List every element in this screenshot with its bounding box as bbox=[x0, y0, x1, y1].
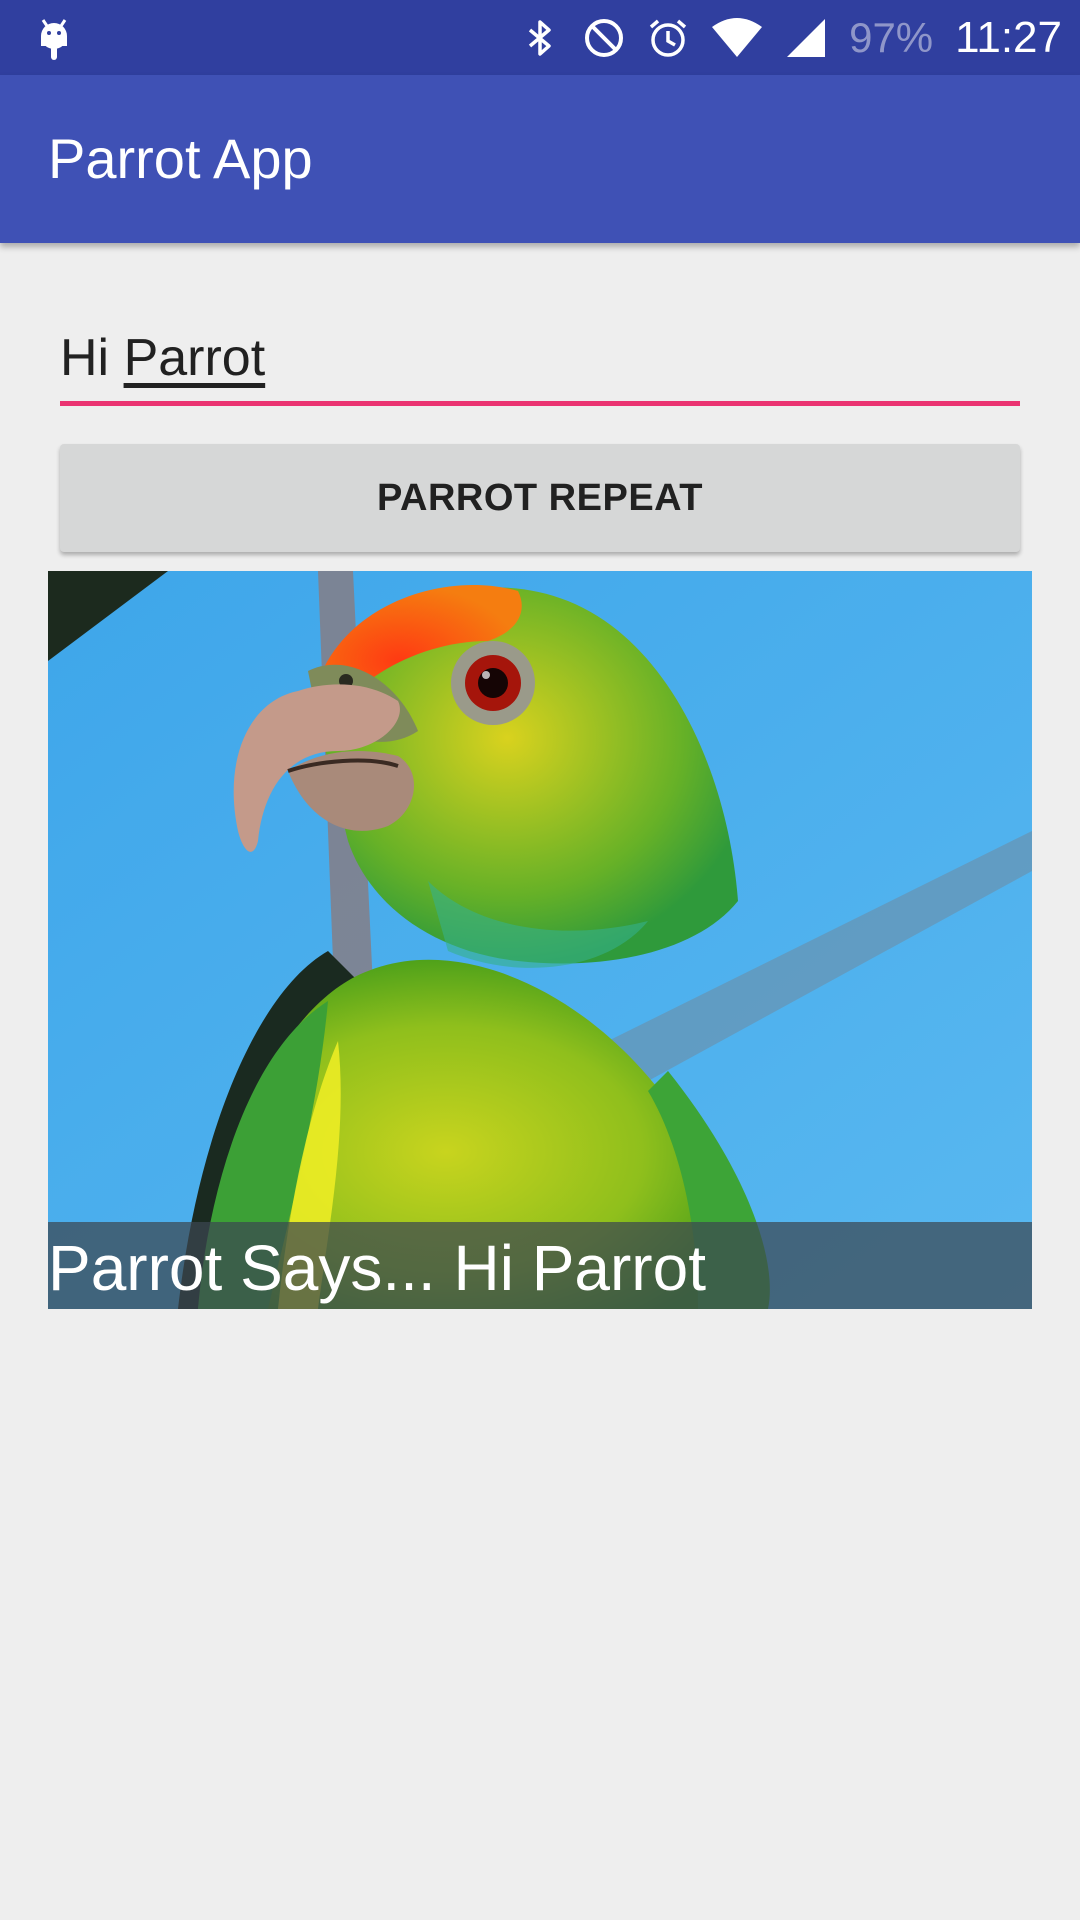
alarm-icon bbox=[649, 19, 687, 57]
input-underline bbox=[60, 401, 1020, 406]
input-word-2: Parrot bbox=[123, 329, 266, 387]
input-word-1: Hi bbox=[60, 329, 124, 387]
android-debug-icon bbox=[41, 19, 67, 60]
wifi-icon bbox=[712, 17, 763, 57]
cellular-signal-icon bbox=[787, 18, 826, 57]
parrot-repeat-button[interactable]: PARROT REPEAT bbox=[60, 444, 1020, 552]
caption-text: Parrot Says... Hi Parrot bbox=[48, 1232, 706, 1304]
do-not-disturb-icon bbox=[585, 18, 624, 57]
bluetooth-icon bbox=[528, 19, 551, 56]
caption-bar: Parrot Says... Hi Parrot bbox=[48, 1222, 1032, 1309]
status-bar: 97% 11:27 bbox=[0, 0, 1080, 75]
message-input-text[interactable]: Hi Parrot bbox=[60, 328, 265, 388]
app-title: Parrot App bbox=[48, 127, 313, 190]
message-input[interactable]: Hi Parrot bbox=[60, 318, 1020, 406]
app-toolbar: Parrot App bbox=[0, 75, 1080, 243]
battery-level: 97% bbox=[849, 13, 934, 61]
clock: 11:27 bbox=[955, 12, 1062, 62]
parrot-photo-illustration bbox=[48, 571, 1032, 1309]
parrot-image: Parrot Says... Hi Parrot bbox=[48, 571, 1032, 1309]
